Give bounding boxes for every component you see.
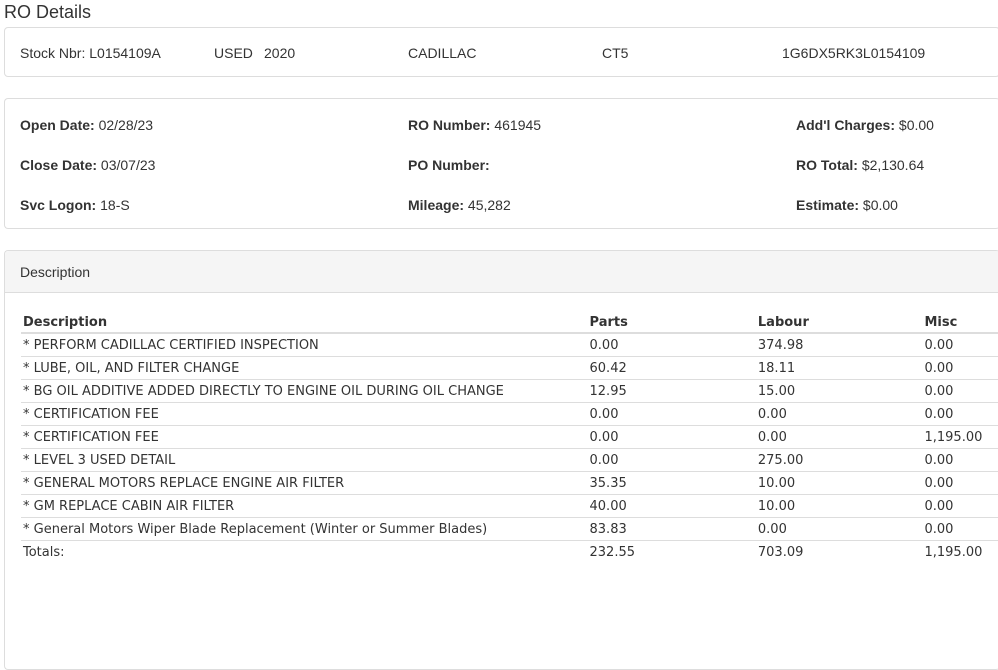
vehicle-make: CADILLAC <box>408 45 477 61</box>
cell-description: * LEVEL 3 USED DETAIL <box>21 448 588 472</box>
column-header-description: Description <box>21 308 588 334</box>
estimate: Estimate: $0.00 <box>796 197 898 213</box>
ro-total: RO Total: $2,130.64 <box>796 157 925 173</box>
column-header-labour: Labour <box>755 308 923 334</box>
cell-labour: 18.11 <box>755 356 923 380</box>
column-header-misc: Misc <box>922 308 998 334</box>
cell-description: * GENERAL MOTORS REPLACE ENGINE AIR FILT… <box>21 471 588 495</box>
cell-parts: 12.95 <box>587 379 756 403</box>
cell-parts: 35.35 <box>587 471 756 495</box>
cell-parts: 0.00 <box>587 402 756 426</box>
totals-labour: 703.09 <box>755 540 923 563</box>
open-date: Open Date: 02/28/23 <box>20 117 154 133</box>
description-panel-header: Description <box>5 251 998 293</box>
table-row: * LEVEL 3 USED DETAIL 0.00 275.00 0.00 <box>21 448 998 472</box>
vehicle-model: CT5 <box>602 45 629 61</box>
po-number: PO Number: <box>408 157 490 173</box>
table-row: * PERFORM CADILLAC CERTIFIED INSPECTION 0… <box>21 332 998 357</box>
ro-info-panel: Open Date: 02/28/23 Close Date: 03/07/23… <box>4 98 998 229</box>
cell-description: * LUBE, OIL, AND FILTER CHANGE <box>21 356 588 380</box>
ro-lines-table: Description Parts Labour Misc * PERFORM … <box>21 308 998 563</box>
close-date: Close Date: 03/07/23 <box>20 157 156 173</box>
vehicle-year: 2020 <box>264 45 296 61</box>
cell-misc: 0.00 <box>922 356 998 380</box>
cell-misc: 0.00 <box>922 402 998 426</box>
cell-description: * PERFORM CADILLAC CERTIFIED INSPECTION <box>21 332 588 357</box>
svc-logon: Svc Logon: 18-S <box>20 197 130 213</box>
table-row: * General Motors Wiper Blade Replacement… <box>21 517 998 541</box>
table-row: * GM REPLACE CABIN AIR FILTER 40.00 10.00 0… <box>21 494 998 518</box>
page-title: RO Details <box>4 2 92 22</box>
ro-number: RO Number: 461945 <box>408 117 542 133</box>
cell-labour: 10.00 <box>755 494 923 518</box>
cell-labour: 275.00 <box>755 448 923 472</box>
cell-parts: 0.00 <box>587 425 756 449</box>
description-panel: Description Description Parts Labour Mis… <box>4 250 998 670</box>
cell-labour: 374.98 <box>755 332 923 357</box>
vehicle-vin: 1G6DX5RK3L0154109 <box>782 45 926 61</box>
totals-parts: 232.55 <box>587 540 756 563</box>
cell-misc: 0.00 <box>922 332 998 357</box>
totals-misc: 1,195.00 <box>922 540 998 563</box>
cell-misc: 0.00 <box>922 517 998 541</box>
description-panel-title: Description <box>20 264 91 280</box>
cell-description: * CERTIFICATION FEE <box>21 402 588 426</box>
cell-parts: 0.00 <box>587 332 756 357</box>
table-row: * CERTIFICATION FEE 0.00 0.00 1,195.00 <box>21 425 998 449</box>
cell-parts: 0.00 <box>587 448 756 472</box>
table-row: * GENERAL MOTORS REPLACE ENGINE AIR FILT… <box>21 471 998 495</box>
cell-labour: 15.00 <box>755 379 923 403</box>
cell-parts: 83.83 <box>587 517 756 541</box>
cell-description: * General Motors Wiper Blade Replacement… <box>21 517 588 541</box>
cell-parts: 40.00 <box>587 494 756 518</box>
totals-row: Totals: 232.55 703.09 1,195.00 <box>21 540 998 563</box>
addl-charges: Add'l Charges: $0.00 <box>796 117 934 133</box>
vehicle-summary-panel: Stock Nbr: L0154109A USED 2020 CADILLAC … <box>4 27 998 77</box>
cell-description: * BG OIL ADDITIVE ADDED DIRECTLY TO ENGI… <box>21 379 588 403</box>
cell-labour: 0.00 <box>755 425 923 449</box>
cell-description: * GM REPLACE CABIN AIR FILTER <box>21 494 588 518</box>
cell-misc: 0.00 <box>922 471 998 495</box>
stock-number: Stock Nbr: L0154109A <box>20 45 161 61</box>
cell-misc: 0.00 <box>922 494 998 518</box>
table-row: * LUBE, OIL, AND FILTER CHANGE 60.42 18.11… <box>21 356 998 380</box>
mileage: Mileage: 45,282 <box>408 197 511 213</box>
cell-description: * CERTIFICATION FEE <box>21 425 588 449</box>
cell-labour: 10.00 <box>755 471 923 495</box>
column-header-parts: Parts <box>587 308 756 334</box>
cell-misc: 0.00 <box>922 379 998 403</box>
table-row: * BG OIL ADDITIVE ADDED DIRECTLY TO ENGI… <box>21 379 998 403</box>
cell-labour: 0.00 <box>755 517 923 541</box>
vehicle-condition: USED <box>214 45 253 61</box>
cell-misc: 0.00 <box>922 448 998 472</box>
cell-misc: 1,195.00 <box>922 425 998 449</box>
table-row: * CERTIFICATION FEE 0.00 0.00 0.00 <box>21 402 998 426</box>
cell-labour: 0.00 <box>755 402 923 426</box>
totals-description: Totals: <box>21 540 588 563</box>
table-header-row: Description Parts Labour Misc <box>21 308 998 334</box>
cell-parts: 60.42 <box>587 356 756 380</box>
